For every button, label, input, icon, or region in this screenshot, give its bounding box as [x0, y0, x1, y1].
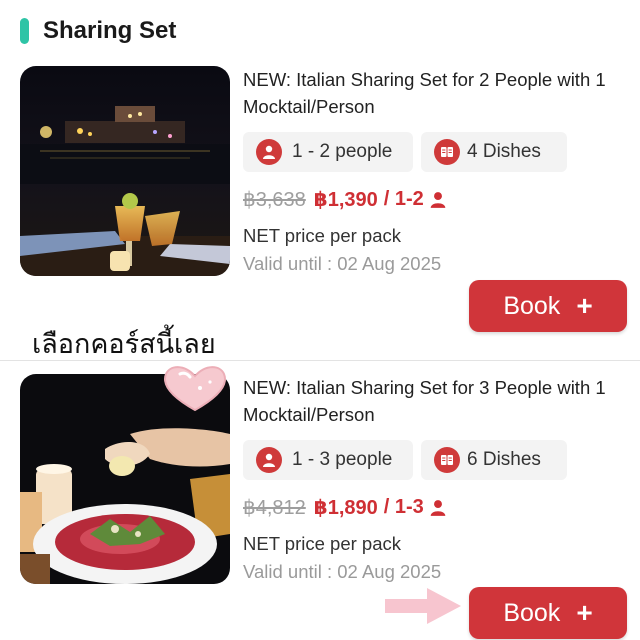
plus-icon: + — [576, 290, 593, 321]
original-price: ฿4,812 — [243, 497, 306, 519]
price-unit: / 1-3 — [383, 496, 424, 518]
dishes-chip: 6 Dishes — [421, 440, 567, 480]
person-icon — [256, 447, 282, 473]
book-button-label: Book — [503, 598, 561, 627]
net-price-note: NET price per pack — [243, 225, 401, 246]
book-button[interactable]: Book + — [469, 587, 627, 639]
price-unit: / 1-2 — [383, 188, 424, 210]
card-title[interactable]: NEW: Italian Sharing Set for 3 People wi… — [243, 374, 628, 428]
book-button-label: Book — [503, 291, 561, 320]
person-icon — [429, 499, 447, 517]
people-chip: 1 - 3 people — [243, 440, 413, 480]
person-icon — [429, 191, 447, 209]
menu-book-icon — [434, 447, 460, 473]
people-label: 1 - 2 people — [292, 141, 393, 162]
valid-until: Valid until : 02 Aug 2025 — [243, 253, 442, 274]
card-title[interactable]: NEW: Italian Sharing Set for 2 People wi… — [243, 66, 628, 120]
menu-book-icon — [434, 139, 460, 165]
sale-price: ฿1,390 — [313, 189, 378, 211]
dishes-label: 6 Dishes — [467, 449, 541, 470]
original-price: ฿3,638 — [243, 189, 306, 211]
book-button[interactable]: Book + — [469, 280, 627, 332]
people-chip: 1 - 2 people — [243, 132, 413, 172]
sharing-set-card[interactable]: NEW: Italian Sharing Set for 2 People wi… — [0, 60, 640, 360]
pink-arrow-icon — [383, 585, 465, 632]
section-header: Sharing Set — [20, 14, 176, 48]
plus-icon: + — [576, 597, 593, 628]
sharing-set-card[interactable]: NEW: Italian Sharing Set for 3 People wi… — [0, 360, 640, 640]
heart-sticker-icon — [160, 362, 230, 419]
people-label: 1 - 3 people — [292, 449, 393, 470]
card-photo-harbour-drinks[interactable] — [20, 66, 230, 276]
dishes-chip: 4 Dishes — [421, 132, 567, 172]
overlay-caption: เลือกคอร์สนี้เลย — [32, 329, 216, 360]
price-row: ฿4,812 ฿1,890 / 1-3 — [243, 495, 447, 520]
section-title: Sharing Set — [43, 17, 177, 44]
price-row: ฿3,638 ฿1,390 / 1-2 — [243, 187, 447, 212]
section-accent-bar — [20, 18, 29, 44]
net-price-note: NET price per pack — [243, 533, 401, 554]
valid-until: Valid until : 02 Aug 2025 — [243, 561, 442, 582]
sale-price: ฿1,890 — [313, 497, 378, 519]
dishes-label: 4 Dishes — [467, 141, 541, 162]
person-icon — [256, 139, 282, 165]
